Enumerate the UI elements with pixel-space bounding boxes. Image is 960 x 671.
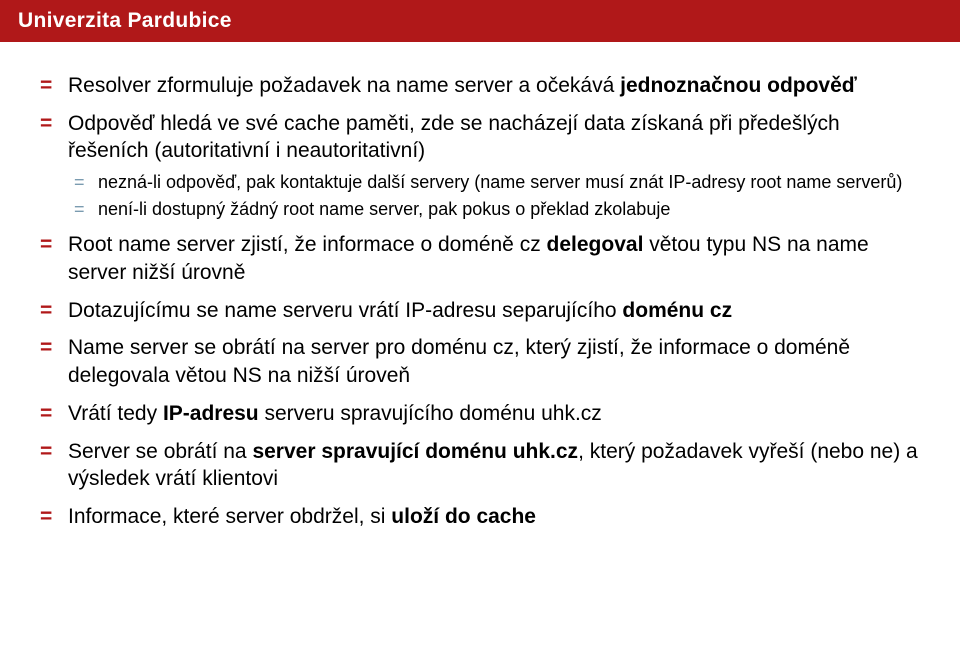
slide-content: Resolver zformuluje požadavek na name se…: [0, 42, 960, 551]
list-item: Dotazujícímu se name serveru vrátí IP-ad…: [36, 297, 924, 325]
bullet-list: Resolver zformuluje požadavek na name se…: [36, 72, 924, 531]
bold-segment: server spravující doménu uhk.cz: [252, 440, 578, 463]
list-item: Name server se obrátí na server pro domé…: [36, 334, 924, 389]
sub-list: nezná-li odpověď, pak kontaktuje další s…: [68, 171, 924, 221]
text-segment: serveru spravujícího doménu uhk.cz: [259, 402, 602, 425]
text-segment: Root name server zjistí, že informace o …: [68, 233, 547, 256]
list-item: Odpověď hledá ve své cache paměti, zde s…: [36, 110, 924, 222]
text-segment: nezná-li odpověď, pak kontaktuje další s…: [98, 172, 902, 192]
text-segment: Informace, které server obdržel, si: [68, 505, 391, 528]
bold-segment: delegoval: [547, 233, 644, 256]
brand-header: Univerzita Pardubice: [0, 0, 960, 42]
text-segment: Dotazujícímu se name serveru vrátí IP-ad…: [68, 299, 622, 322]
sub-list-item: nezná-li odpověď, pak kontaktuje další s…: [68, 171, 924, 194]
bold-segment: jednoznačnou odpověď: [620, 74, 857, 97]
bold-segment: IP-adresu: [163, 402, 259, 425]
text-segment: Vrátí tedy: [68, 402, 163, 425]
list-item: Informace, které server obdržel, si ulož…: [36, 503, 924, 531]
brand-text: Univerzita Pardubice: [18, 9, 232, 33]
text-segment: Server se obrátí na: [68, 440, 252, 463]
bold-segment: doménu cz: [622, 299, 732, 322]
list-item: Server se obrátí na server spravující do…: [36, 438, 924, 493]
text-segment: Odpověď hledá ve své cache paměti, zde s…: [68, 112, 840, 163]
bold-segment: uloží do cache: [391, 505, 536, 528]
text-segment: Resolver zformuluje požadavek na name se…: [68, 74, 620, 97]
list-item: Vrátí tedy IP-adresu serveru spravujícíh…: [36, 400, 924, 428]
sub-list-item: není-li dostupný žádný root name server,…: [68, 198, 924, 221]
list-item: Resolver zformuluje požadavek na name se…: [36, 72, 924, 100]
list-item: Root name server zjistí, že informace o …: [36, 231, 924, 286]
text-segment: není-li dostupný žádný root name server,…: [98, 199, 670, 219]
text-segment: Name server se obrátí na server pro domé…: [68, 336, 850, 387]
